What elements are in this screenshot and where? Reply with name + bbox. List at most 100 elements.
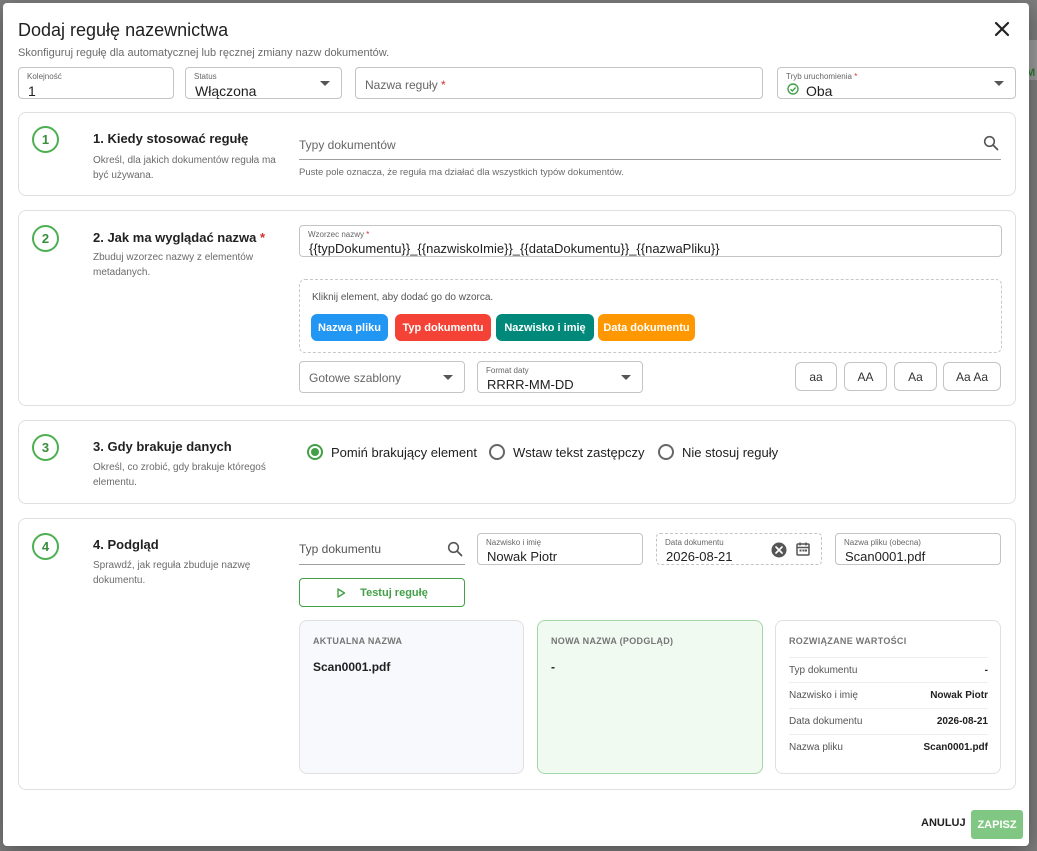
resolved-row: Data dokumentu 2026-08-21: [789, 709, 988, 735]
new-name-value: -: [551, 660, 555, 674]
pattern-value: {{typDokumentu}}_{{nazwiskoImie}}_{{data…: [309, 241, 720, 256]
calendar-icon[interactable]: [795, 541, 811, 557]
radio-label: Wstaw tekst zastępczy: [513, 444, 645, 460]
section-name-pattern: 2 2. Jak ma wyglądać nazwa * Zbuduj wzor…: [18, 210, 1016, 406]
resolved-key: Data dokumentu: [789, 716, 863, 727]
section-title: 4. Podgląd: [93, 537, 159, 552]
document-types-placeholder: Typy dokumentów: [299, 138, 396, 152]
radio-insert-placeholder[interactable]: Wstaw tekst zastępczy: [489, 444, 644, 460]
resolved-values-panel: ROZWIĄZANE WARTOŚCI Typ dokumentu - Nazwi…: [775, 620, 1001, 774]
required-mark: *: [259, 230, 265, 245]
chevron-down-icon: [443, 375, 453, 380]
required-mark: *: [441, 78, 446, 92]
chip-document-type[interactable]: Typ dokumentu: [395, 314, 491, 341]
elements-hint: Kliknij element, aby dodać go do wzorca.: [312, 292, 494, 303]
preview-name-input[interactable]: Nazwisko i imię Nowak Piotr: [477, 533, 643, 565]
case-upper-button[interactable]: AA: [844, 362, 887, 391]
radio-label: Pomiń brakujący element: [331, 444, 477, 460]
close-icon[interactable]: [992, 19, 1012, 39]
templates-select[interactable]: Gotowe szablony: [299, 361, 465, 393]
cancel-button[interactable]: ANULUJ: [921, 817, 966, 829]
name-pattern-input[interactable]: Wzorzec nazwy * {{typDokumentu}}_{{nazwi…: [299, 225, 1002, 257]
chevron-down-icon: [320, 81, 330, 86]
step-badge: 4: [32, 533, 59, 560]
status-value: Włączona: [195, 83, 257, 99]
section-description: Określ, co zrobić, gdy brakuje któregoś …: [93, 462, 266, 488]
status-label: Status: [194, 72, 217, 81]
resolved-value: Nowak Piotr: [930, 690, 988, 701]
check-circle-icon: [787, 83, 799, 95]
section-description: Określ, dla jakich dokumentów reguła ma …: [93, 155, 276, 181]
save-button[interactable]: ZAPISZ: [971, 810, 1023, 839]
order-value: 1: [28, 83, 36, 99]
current-name-panel: AKTUALNA NAZWA Scan0001.pdf: [299, 620, 524, 774]
resolved-row: Nazwa pliku Scan0001.pdf: [789, 735, 988, 761]
radio-unselected-icon: [489, 444, 505, 460]
add-naming-rule-dialog: Dodaj regułę nazewnictwa Skonfiguruj reg…: [3, 3, 1029, 846]
rule-name-input[interactable]: Nazwa reguły *: [355, 67, 763, 99]
radio-label: Nie stosuj reguły: [682, 444, 779, 460]
pattern-label: Wzorzec nazwy: [308, 230, 365, 239]
clear-icon[interactable]: [771, 542, 787, 558]
search-icon[interactable]: [983, 135, 999, 151]
preview-name-label: Nazwisko i imię: [486, 538, 542, 547]
radio-unselected-icon: [658, 444, 674, 460]
chip-file-name[interactable]: Nazwa pliku: [311, 314, 388, 341]
section-description: Zbuduj wzorzec nazwy z elementów metadan…: [93, 252, 254, 278]
resolved-key: Nazwisko i imię: [789, 690, 858, 701]
preview-file-label: Nazwa pliku (obecna): [844, 538, 921, 547]
section-preview: 4 4. Podgląd Sprawdź, jak reguła zbuduje…: [18, 518, 1016, 790]
section-missing-data: 3 3. Gdy brakuje danych Określ, co zrobi…: [18, 420, 1016, 504]
run-mode-label: Tryb uruchomienia: [786, 72, 852, 81]
section-title: 2. Jak ma wyglądać nazwa: [93, 230, 257, 245]
rule-name-placeholder: Nazwa reguły: [365, 78, 438, 92]
resolved-value: Scan0001.pdf: [923, 742, 988, 753]
preview-file-value: Scan0001.pdf: [845, 549, 926, 564]
date-format-select[interactable]: Format daty RRRR-MM-DD: [477, 361, 643, 393]
panel-title: NOWA NAZWA (PODGLĄD): [551, 636, 674, 646]
new-name-preview-panel: NOWA NAZWA (PODGLĄD) -: [537, 620, 763, 774]
current-name-value: Scan0001.pdf: [313, 660, 391, 674]
section-when-to-apply: 1 1. Kiedy stosować regułę Określ, dla j…: [18, 112, 1016, 196]
chip-document-date[interactable]: Data dokumentu: [598, 314, 695, 341]
radio-selected-icon: [307, 444, 323, 460]
preview-name-value: Nowak Piotr: [487, 549, 558, 564]
section-title: 3. Gdy brakuje danych: [93, 439, 232, 454]
test-rule-button[interactable]: Testuj regułę: [299, 578, 465, 607]
preview-document-type-input[interactable]: Typ dokumentu: [299, 533, 465, 565]
case-capitalize-button[interactable]: Aa: [894, 362, 937, 391]
preview-date-label: Data dokumentu: [665, 538, 724, 547]
resolved-value: -: [984, 665, 988, 676]
case-title-button[interactable]: Aa Aa: [943, 362, 1001, 391]
step-badge: 3: [32, 434, 59, 461]
section-title: 1. Kiedy stosować regułę: [93, 131, 249, 146]
preview-date-input[interactable]: Data dokumentu 2026-08-21: [656, 533, 822, 565]
search-icon[interactable]: [447, 541, 463, 557]
resolved-value: 2026-08-21: [936, 716, 988, 727]
panel-title: AKTUALNA NAZWA: [313, 636, 403, 646]
radio-skip-missing[interactable]: Pomiń brakujący element: [307, 444, 477, 460]
preview-date-value: 2026-08-21: [666, 549, 733, 564]
play-icon: [337, 587, 346, 598]
radio-do-not-apply[interactable]: Nie stosuj reguły: [658, 444, 778, 460]
date-format-label: Format daty: [486, 366, 529, 375]
elements-box: Kliknij element, aby dodać go do wzorca.…: [299, 279, 1002, 353]
required-mark: *: [366, 230, 370, 239]
step-badge: 1: [32, 126, 59, 153]
date-format-value: RRRR-MM-DD: [487, 377, 574, 392]
panel-title: ROZWIĄZANE WARTOŚCI: [789, 636, 907, 646]
chip-name-surname[interactable]: Nazwisko i imię: [496, 314, 594, 341]
required-mark: *: [854, 72, 858, 81]
resolved-row: Typ dokumentu -: [789, 657, 988, 683]
case-lower-button[interactable]: aa: [795, 362, 837, 391]
preview-document-type-placeholder: Typ dokumentu: [299, 542, 382, 556]
resolved-row: Nazwisko i imię Nowak Piotr: [789, 683, 988, 709]
order-field[interactable]: Kolejność 1: [18, 67, 174, 99]
status-select[interactable]: Status Włączona: [185, 67, 342, 99]
document-types-input[interactable]: Typy dokumentów: [299, 131, 1001, 160]
preview-file-input[interactable]: Nazwa pliku (obecna) Scan0001.pdf: [835, 533, 1001, 565]
resolved-key: Nazwa pliku: [789, 742, 843, 753]
run-mode-select[interactable]: Tryb uruchomienia * Oba: [777, 67, 1016, 99]
dialog-subtitle: Skonfiguruj regułę dla automatycznej lub…: [18, 47, 390, 59]
section-description: Sprawdź, jak reguła zbuduje nazwę dokume…: [93, 560, 251, 586]
